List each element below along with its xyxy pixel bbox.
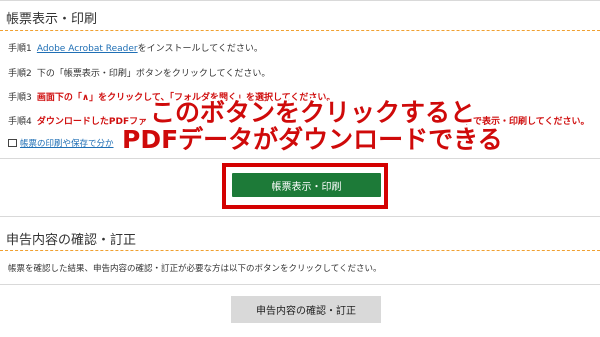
- document-icon: [8, 139, 17, 147]
- confirm-button[interactable]: 申告内容の確認・訂正: [231, 296, 381, 323]
- confirm-description: 帳票を確認した結果、申告内容の確認・訂正が必要な方は以下のボタンをクリックしてく…: [8, 264, 382, 274]
- confirm-section-title: 申告内容の確認・訂正: [6, 233, 137, 248]
- step-1-number: 手順1: [8, 44, 32, 54]
- help-link[interactable]: 帳票の印刷や保存で分か: [20, 137, 114, 149]
- confirm-section-divider: [0, 250, 600, 251]
- print-button[interactable]: 帳票表示・印刷: [232, 173, 381, 197]
- annotation-line-2: PDFデータがダウンロードできる: [122, 125, 503, 154]
- step-2-text: 下の「帳票表示・印刷」ボタンをクリックしてください。: [36, 69, 271, 79]
- button-area-bottom-line: [0, 216, 600, 217]
- print-section-divider: [0, 30, 600, 31]
- top-border: [0, 0, 600, 1]
- step-2-number: 手順2: [8, 69, 32, 79]
- step-1-text: をインストールしてください。: [137, 44, 263, 54]
- print-section-title: 帳票表示・印刷: [6, 12, 98, 27]
- help-link-row[interactable]: 帳票の印刷や保存で分か: [8, 137, 114, 149]
- step-2: 手順2 下の「帳票表示・印刷」ボタンをクリックしてください。: [8, 66, 270, 79]
- confirm-area-line: [0, 284, 600, 285]
- acrobat-reader-link[interactable]: Adobe Acrobat Reader: [37, 44, 138, 54]
- step-4-number: 手順4: [8, 117, 32, 127]
- annotation-line-1: このボタンをクリックすると: [150, 98, 476, 127]
- step-1: 手順1 Adobe Acrobat Readerをインストールしてください。: [8, 41, 263, 54]
- step-3-number: 手順3: [8, 93, 32, 103]
- button-area-top-line: [0, 158, 600, 159]
